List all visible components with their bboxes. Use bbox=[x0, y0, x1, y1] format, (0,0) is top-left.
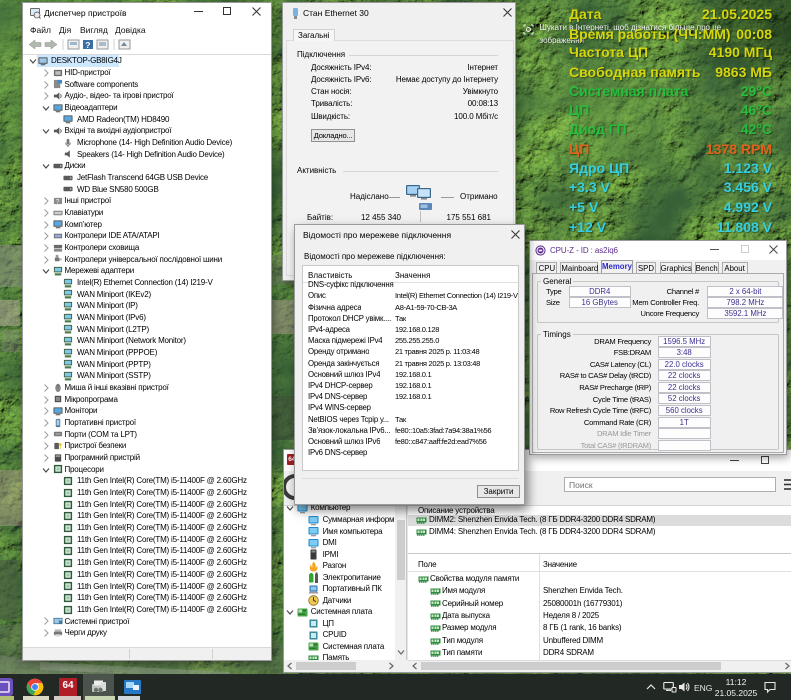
svg-text:?: ? bbox=[56, 198, 60, 205]
svg-text:?: ? bbox=[85, 40, 90, 50]
